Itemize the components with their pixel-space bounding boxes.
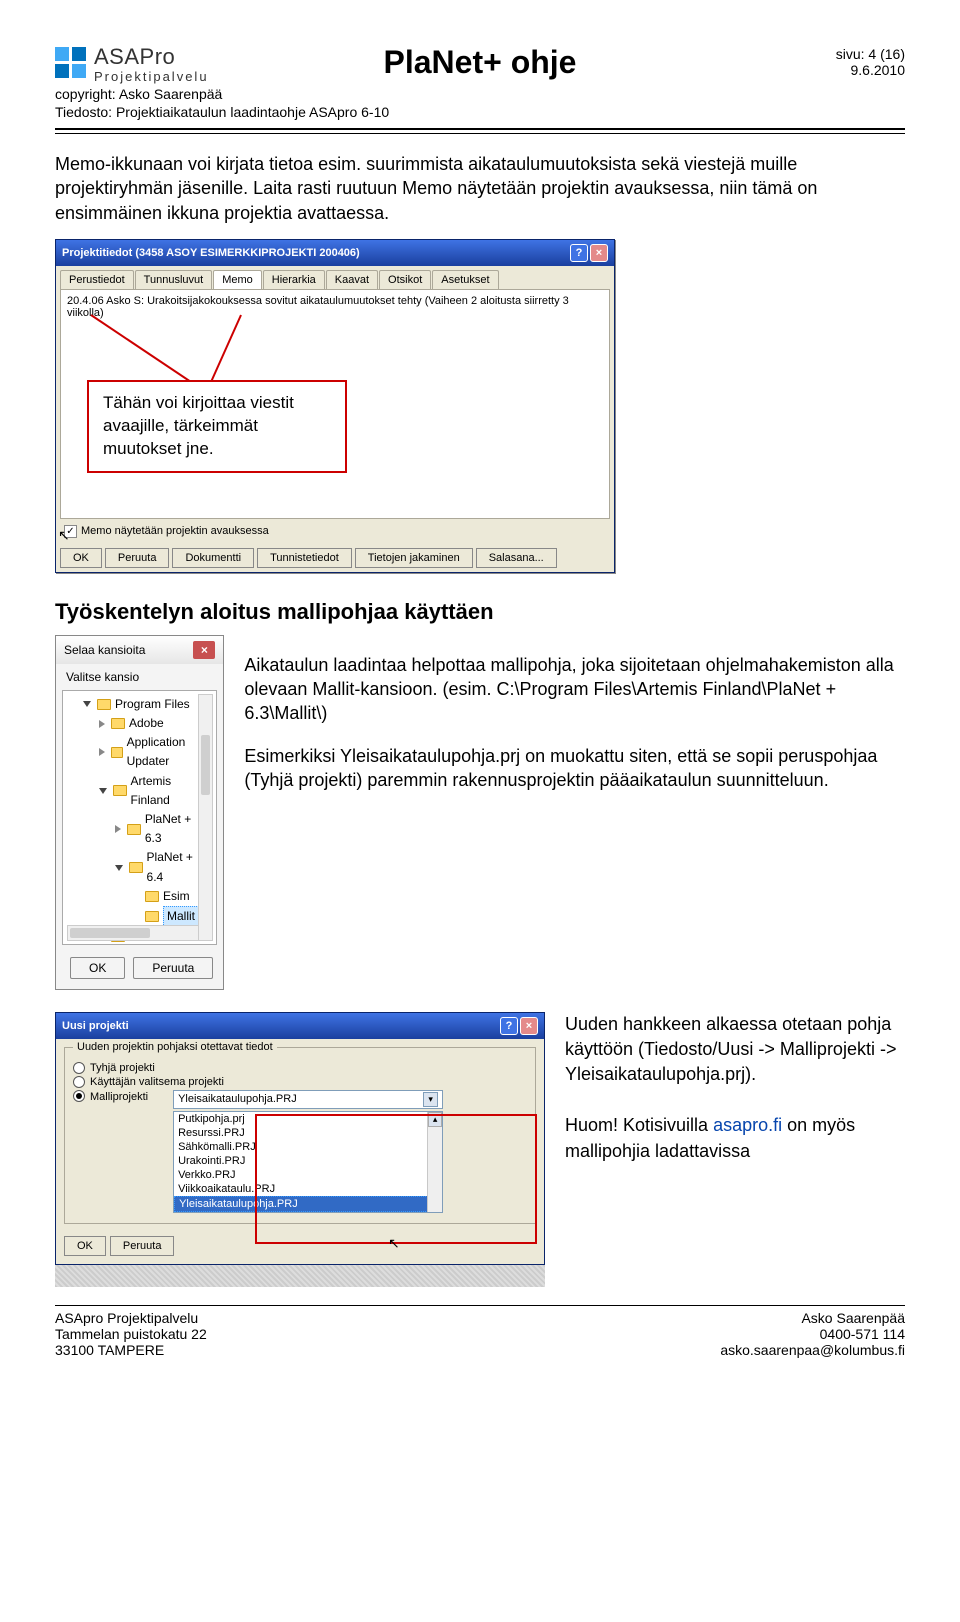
dialog-button[interactable]: Tunnistetiedot xyxy=(257,548,352,568)
tree-item[interactable]: Program Files xyxy=(69,695,210,714)
template-listbox[interactable]: ▴ Putkipohja.prjResurssi.PRJSähkömalli.P… xyxy=(173,1111,443,1213)
ok-button[interactable]: OK xyxy=(64,1236,106,1256)
expand-icon[interactable] xyxy=(83,701,91,707)
document-title: PlaNet+ ohje xyxy=(55,44,905,81)
note-paragraph: Huom! Kotisivuilla asapro.fi on myös mal… xyxy=(565,1113,905,1163)
expand-icon[interactable] xyxy=(99,720,105,728)
tab-tunnusluvut[interactable]: Tunnusluvut xyxy=(135,270,213,289)
dialog-title: Projektitiedot (3458 ASOY ESIMERKKIPROJE… xyxy=(62,247,360,259)
folder-icon xyxy=(129,862,143,873)
usage-paragraph: Uuden hankkeen alkaessa otetaan pohja kä… xyxy=(565,1012,905,1088)
cursor-icon: ↖ xyxy=(58,527,70,544)
list-item[interactable]: Putkipohja.prj xyxy=(174,1112,442,1126)
tree-item-label: Program Files xyxy=(115,695,190,714)
dialog-title: Selaa kansioita xyxy=(64,643,145,657)
checkbox-label: Memo näytetään projektin avauksessa xyxy=(81,525,269,537)
copyright-line: copyright: Asko Saarenpää xyxy=(55,86,222,102)
groupbox-title: Uuden projektin pohjaksi otettavat tiedo… xyxy=(73,1041,277,1053)
list-item[interactable]: Yleisaikataulupohja.PRJ xyxy=(174,1196,442,1212)
tab-otsikot[interactable]: Otsikot xyxy=(379,270,431,289)
folder-icon xyxy=(127,824,141,835)
list-item[interactable]: Urakointi.PRJ xyxy=(174,1154,442,1168)
expand-icon[interactable] xyxy=(99,788,107,794)
document-footer: ASApro Projektipalvelu Tammelan puistoka… xyxy=(55,1305,905,1358)
folder-icon xyxy=(111,747,123,758)
cancel-button[interactable]: Peruuta xyxy=(110,1236,175,1256)
folder-icon xyxy=(113,785,127,796)
tree-item[interactable]: PlaNet + 6.4 xyxy=(69,848,210,886)
radio-empty-project[interactable] xyxy=(73,1062,85,1074)
dropdown-value: Yleisaikataulupohja.PRJ xyxy=(178,1093,297,1105)
tab-asetukset[interactable]: Asetukset xyxy=(432,270,498,289)
footer-address: Tammelan puistokatu 22 xyxy=(55,1326,207,1342)
footer-person: Asko Saarenpää xyxy=(720,1310,905,1326)
list-item[interactable]: Viikkoaikataulu.PRJ xyxy=(174,1182,442,1196)
tree-item-label: Adobe xyxy=(129,714,164,733)
tab-memo[interactable]: Memo xyxy=(213,270,262,289)
chevron-down-icon[interactable]: ▾ xyxy=(423,1092,438,1107)
folder-icon xyxy=(145,891,159,902)
tree-item[interactable]: Esim xyxy=(69,887,210,906)
dialog-title: Uusi projekti xyxy=(62,1020,129,1032)
tab-hierarkia[interactable]: Hierarkia xyxy=(263,270,325,289)
document-header: ASAPro Projektipalvelu copyright: Asko S… xyxy=(55,40,905,102)
scrollbar-horizontal[interactable] xyxy=(67,925,200,941)
tree-item[interactable]: PlaNet + 6.3 xyxy=(69,810,210,848)
footer-city: 33100 TAMPERE xyxy=(55,1342,207,1358)
folder-icon xyxy=(97,699,111,710)
folder-icon xyxy=(145,911,159,922)
radio-user-project[interactable] xyxy=(73,1076,85,1088)
dialog-button[interactable]: OK xyxy=(60,548,102,568)
dialog-button[interactable]: Peruuta xyxy=(105,548,170,568)
radio-label: Malliprojekti xyxy=(90,1090,148,1103)
memo-text[interactable]: 20.4.06 Asko S: Urakoitsijakokouksessa s… xyxy=(67,295,603,319)
close-icon[interactable]: × xyxy=(590,244,608,262)
template-dropdown[interactable]: Yleisaikataulupohja.PRJ ▾ xyxy=(173,1090,443,1109)
list-item[interactable]: Resurssi.PRJ xyxy=(174,1126,442,1140)
radio-label: Tyhjä projekti xyxy=(90,1062,155,1074)
project-info-dialog: Projektitiedot (3458 ASOY ESIMERKKIPROJE… xyxy=(55,239,615,573)
cancel-button[interactable]: Peruuta xyxy=(133,957,213,979)
browse-folders-dialog: Selaa kansioita × Valitse kansio Program… xyxy=(55,635,224,990)
tree-item-label: Esim xyxy=(163,887,190,906)
tab-kaavat[interactable]: Kaavat xyxy=(326,270,378,289)
expand-icon[interactable] xyxy=(115,825,121,833)
footer-email: asko.saarenpaa@kolumbus.fi xyxy=(720,1342,905,1358)
tree-item[interactable]: Artemis Finland xyxy=(69,772,210,810)
radio-template-project[interactable] xyxy=(73,1090,85,1102)
list-item[interactable]: Sähkömalli.PRJ xyxy=(174,1140,442,1154)
ok-button[interactable]: OK xyxy=(70,957,125,979)
expand-icon[interactable] xyxy=(99,748,105,756)
intro-paragraph: Memo-ikkunaan voi kirjata tietoa esim. s… xyxy=(55,152,905,225)
dialog-button[interactable]: Salasana... xyxy=(476,548,557,568)
close-icon[interactable]: × xyxy=(520,1017,538,1035)
callout-annotation: Tähän voi kirjoittaa viestit avaajille, … xyxy=(87,380,347,473)
folder-tree[interactable]: Program FilesAdobeApplication UpdaterArt… xyxy=(69,695,210,945)
dialog-tabs: PerustiedotTunnusluvutMemoHierarkiaKaava… xyxy=(56,266,614,289)
folder-icon xyxy=(111,718,125,729)
new-project-dialog: Uusi projekti ? × Uuden projektin pohjak… xyxy=(55,1012,545,1265)
radio-label: Käyttäjän valitsema projekti xyxy=(90,1076,224,1088)
help-icon[interactable]: ? xyxy=(500,1017,518,1035)
cursor-icon: ↖ xyxy=(388,1235,400,1252)
file-line: Tiedosto: Projektiaikataulun laadintaohj… xyxy=(55,104,905,120)
tab-perustiedot[interactable]: Perustiedot xyxy=(60,270,134,289)
template-info-paragraph-1: Aikataulun laadintaa helpottaa mallipohj… xyxy=(244,653,905,726)
folder-prompt: Valitse kansio xyxy=(56,664,223,684)
dialog-button[interactable]: Dokumentti xyxy=(172,548,254,568)
close-icon[interactable]: × xyxy=(193,641,215,659)
footer-phone: 0400-571 114 xyxy=(720,1326,905,1342)
footer-company: ASApro Projektipalvelu xyxy=(55,1310,207,1326)
asapro-link[interactable]: asapro.fi xyxy=(713,1115,782,1135)
dialog-button-row: OKPeruutaDokumenttiTunnistetiedotTietoje… xyxy=(56,544,614,572)
scrollbar-vertical[interactable] xyxy=(198,694,213,941)
list-item[interactable]: Verkko.PRJ xyxy=(174,1168,442,1182)
section-heading: Työskentelyn aloitus mallipohjaa käyttäe… xyxy=(55,599,905,625)
tree-item[interactable]: Adobe xyxy=(69,714,210,733)
tree-item[interactable]: Application Updater xyxy=(69,733,210,771)
dialog-button[interactable]: Tietojen jakaminen xyxy=(355,548,473,568)
expand-icon[interactable] xyxy=(115,865,123,871)
help-icon[interactable]: ? xyxy=(570,244,588,262)
template-info-paragraph-2: Esimerkiksi Yleisaikataulupohja.prj on m… xyxy=(244,744,905,793)
